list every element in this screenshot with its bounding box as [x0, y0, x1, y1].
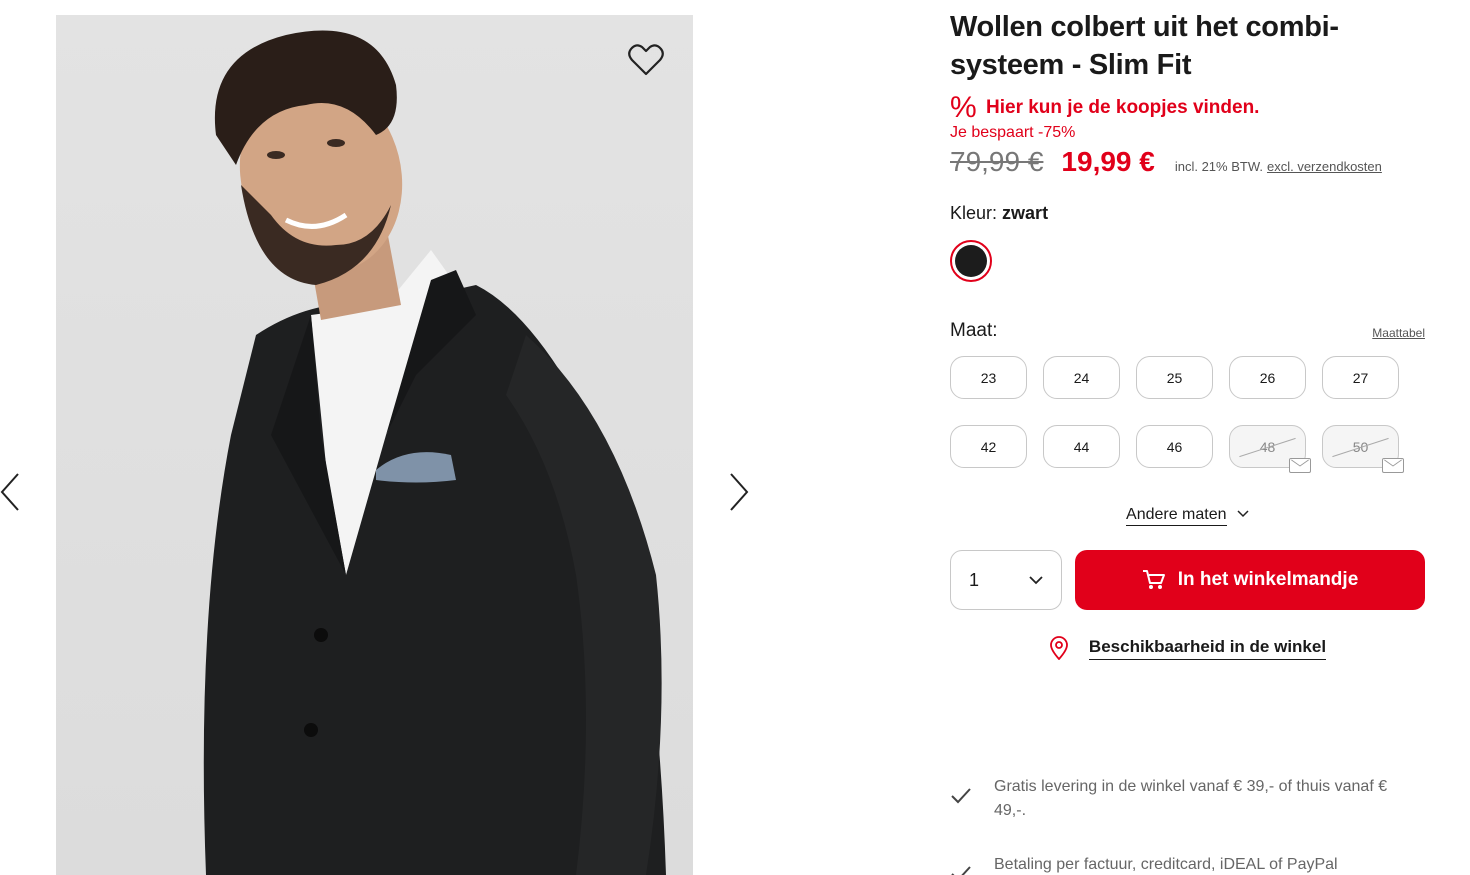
benefit-item: Betaling per factuur, creditcard, iDEAL …: [950, 853, 1410, 875]
vat-note: incl. 21% BTW. excl. verzendkosten: [1175, 159, 1382, 174]
add-to-cart-button[interactable]: In het winkelmandje: [1075, 550, 1425, 610]
saving-text: Je bespaart -75%: [950, 124, 1076, 141]
size-label: Maat:: [950, 320, 998, 341]
add-to-cart-label: In het winkelmandje: [1177, 569, 1359, 590]
size-option[interactable]: 25: [1136, 356, 1213, 399]
old-price: 79,99 €: [950, 146, 1044, 177]
size-option[interactable]: 44: [1043, 425, 1120, 468]
benefits-list: Gratis levering in de winkel vanaf € 39,…: [950, 775, 1410, 875]
promo-text: Hier kun je de koopjes vinden.: [986, 97, 1260, 118]
size-option-unavailable[interactable]: 50: [1322, 425, 1404, 473]
store-availability[interactable]: Beschikbaarheid in de winkel: [950, 636, 1425, 660]
wishlist-button[interactable]: [626, 40, 666, 80]
product-image[interactable]: [56, 15, 693, 875]
size-header: Maat: Maattabel: [950, 320, 1425, 344]
next-image-button[interactable]: [725, 470, 755, 514]
size-table-link[interactable]: Maattabel: [1372, 326, 1425, 340]
chevron-down-icon: [1029, 576, 1043, 585]
heart-icon: [628, 44, 664, 76]
chevron-right-icon: [730, 473, 749, 511]
color-value: zwart: [1002, 203, 1049, 223]
swatch-fill: [955, 245, 987, 277]
product-title: Wollen colbert uit het combi-systeem - S…: [950, 11, 1339, 81]
cart-icon: [1142, 570, 1165, 589]
color-label: Kleur: zwart: [950, 203, 1430, 224]
size-option-unavailable[interactable]: 48: [1229, 425, 1311, 473]
chevron-left-icon: [0, 473, 19, 511]
other-sizes[interactable]: Andere maten: [950, 506, 1425, 526]
size-option[interactable]: 42: [950, 425, 1027, 468]
vat-text: incl. 21% BTW.: [1174, 159, 1263, 174]
color-swatch-zwart[interactable]: [950, 240, 992, 282]
promo-banner[interactable]: % Hier kun je de koopjes vinden.: [950, 91, 1430, 124]
store-availability-link[interactable]: Beschikbaarheid in de winkel: [1088, 637, 1327, 660]
size-option[interactable]: 46: [1136, 425, 1213, 468]
price-row: 79,99 € 19,99 € incl. 21% BTW. excl. verz…: [950, 146, 1430, 178]
benefit-text: Gratis levering in de winkel vanaf € 39,…: [994, 778, 1388, 819]
size-option[interactable]: 24: [1043, 356, 1120, 399]
size-option[interactable]: 23: [950, 356, 1027, 399]
percent-icon: %: [950, 91, 977, 124]
benefit-text: Betaling per factuur, creditcard, iDEAL …: [994, 856, 1338, 873]
quantity-select[interactable]: 1: [950, 550, 1062, 610]
color-label-text: Kleur:: [950, 203, 998, 223]
chevron-down-icon: [1237, 510, 1249, 518]
check-icon: [951, 866, 971, 875]
model-photo: [203, 30, 666, 875]
size-option[interactable]: 27: [1322, 356, 1399, 399]
other-sizes-link[interactable]: Andere maten: [1126, 506, 1227, 526]
new-price: 19,99 €: [1061, 146, 1155, 177]
mail-icon: [1289, 458, 1311, 473]
size-grid: 23 24 25 26 27 42 44 46 48 50: [950, 356, 1430, 473]
product-info: Wollen colbert uit het combi-systeem - S…: [950, 8, 1430, 660]
cart-row: 1 In het winkelmandje: [950, 550, 1430, 610]
map-pin-icon: [1050, 636, 1068, 660]
benefit-item: Gratis levering in de winkel vanaf € 39,…: [950, 775, 1410, 823]
check-icon: [951, 788, 971, 804]
size-option[interactable]: 26: [1229, 356, 1306, 399]
mail-icon: [1382, 458, 1404, 473]
previous-image-button[interactable]: [0, 470, 30, 514]
quantity-value: 1: [969, 569, 980, 590]
shipping-costs-link[interactable]: excl. verzendkosten: [1267, 159, 1382, 174]
